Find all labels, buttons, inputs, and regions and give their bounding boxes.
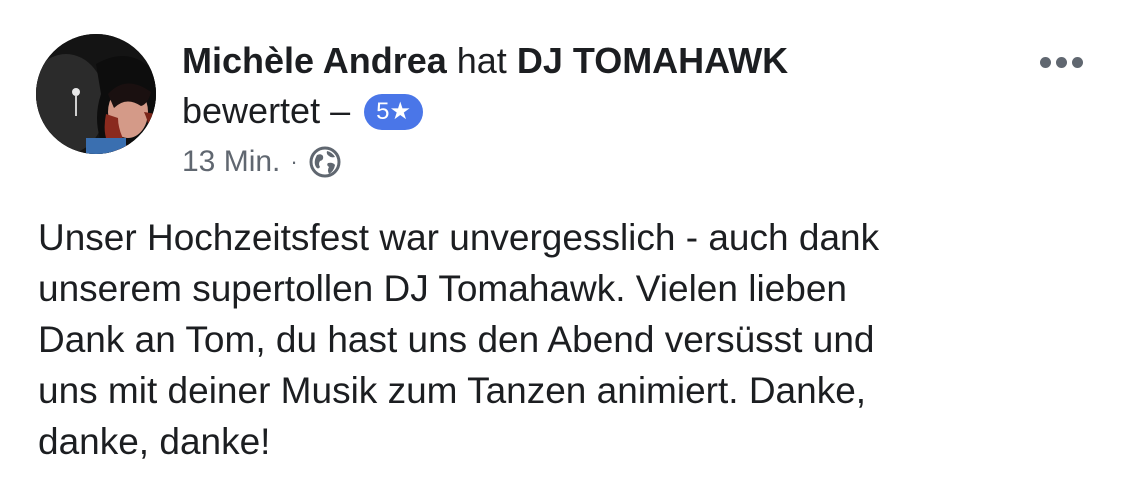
author-name[interactable]: Michèle Andrea bbox=[182, 40, 447, 81]
post-meta: 13 Min. · bbox=[182, 140, 342, 184]
post-body: Unser Hochzeitsfest war unvergesslich - … bbox=[38, 212, 1098, 467]
meta-separator: · bbox=[290, 149, 298, 174]
avatar[interactable] bbox=[36, 34, 156, 154]
post-body-line: uns mit deiner Musik zum Tanzen animiert… bbox=[38, 370, 867, 411]
post-timestamp[interactable]: 13 Min. bbox=[182, 140, 280, 184]
post-body-line: unserem supertollen DJ Tomahawk. Vielen … bbox=[38, 268, 847, 309]
header-connector: hat bbox=[456, 40, 507, 81]
post-body-line: Unser Hochzeitsfest war unvergesslich - … bbox=[38, 217, 880, 258]
post-body-line: danke, danke! bbox=[38, 421, 271, 462]
post-body-line: Dank an Tom, du hast uns den Abend versü… bbox=[38, 319, 875, 360]
globe-icon bbox=[308, 145, 342, 179]
rating-badge: 5★ bbox=[364, 94, 423, 130]
post-header: Michèle Andrea hat DJ TOMAHAWK bewertet … bbox=[182, 36, 982, 136]
page-name-link[interactable]: DJ TOMAHAWK bbox=[517, 40, 788, 81]
review-post: Michèle Andrea hat DJ TOMAHAWK bewertet … bbox=[0, 0, 1125, 496]
more-options-icon[interactable] bbox=[1040, 50, 1090, 74]
avatar-image bbox=[36, 34, 156, 154]
header-action: bewertet – bbox=[182, 90, 351, 131]
